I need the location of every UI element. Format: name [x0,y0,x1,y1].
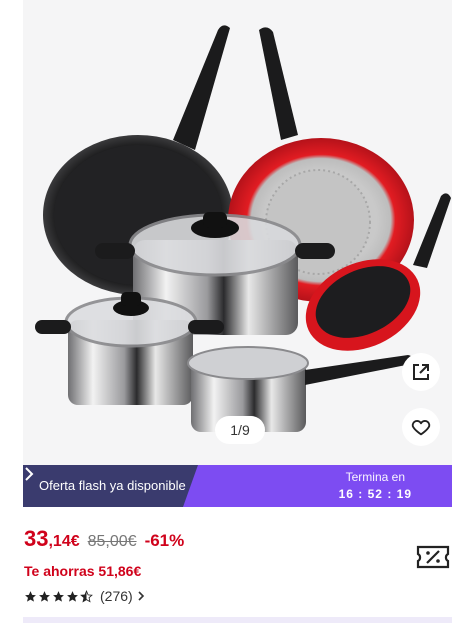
flash-sale-banner[interactable]: Oferta flash ya disponible Termina en 16… [23,465,452,507]
star-full-icon [25,590,36,602]
star-half-icon [80,589,93,602]
chevron-right-icon [138,591,144,601]
favorite-button[interactable] [402,408,440,446]
price-integer: 33 [24,526,49,551]
bottom-strip [23,617,452,623]
star-rating [24,589,94,603]
flash-ends-label: Termina en [345,470,405,484]
original-price: 85,00€ [87,533,137,550]
coupon-ticket-icon[interactable] [416,542,450,572]
review-count[interactable]: (276) [100,588,133,604]
savings-text: Te ahorras 51,86€ [24,563,142,579]
product-image-gallery[interactable]: 1/9 [23,0,452,465]
current-price: 33,14€ [24,526,80,552]
share-external-icon [413,364,429,380]
heart-outline-icon [411,420,431,436]
flash-countdown: Termina en 16 : 52 : 19 [339,470,412,501]
rating-row[interactable]: (276) [24,588,146,604]
price-decimals: ,14€ [48,533,80,550]
price-row: 33,14€ 85,00€ -61% [24,526,184,552]
flash-timer: 16 : 52 : 19 [338,487,412,501]
cookware-set-image [35,25,451,432]
star-full-icon [53,590,64,602]
flash-sale-label: Oferta flash ya disponible [39,478,186,493]
discount-badge: -61% [144,531,185,550]
share-button[interactable] [402,353,440,391]
star-full-icon [67,590,78,602]
image-counter: 1/9 [215,416,265,444]
chevron-right-icon [25,467,34,481]
star-full-icon [39,590,50,602]
